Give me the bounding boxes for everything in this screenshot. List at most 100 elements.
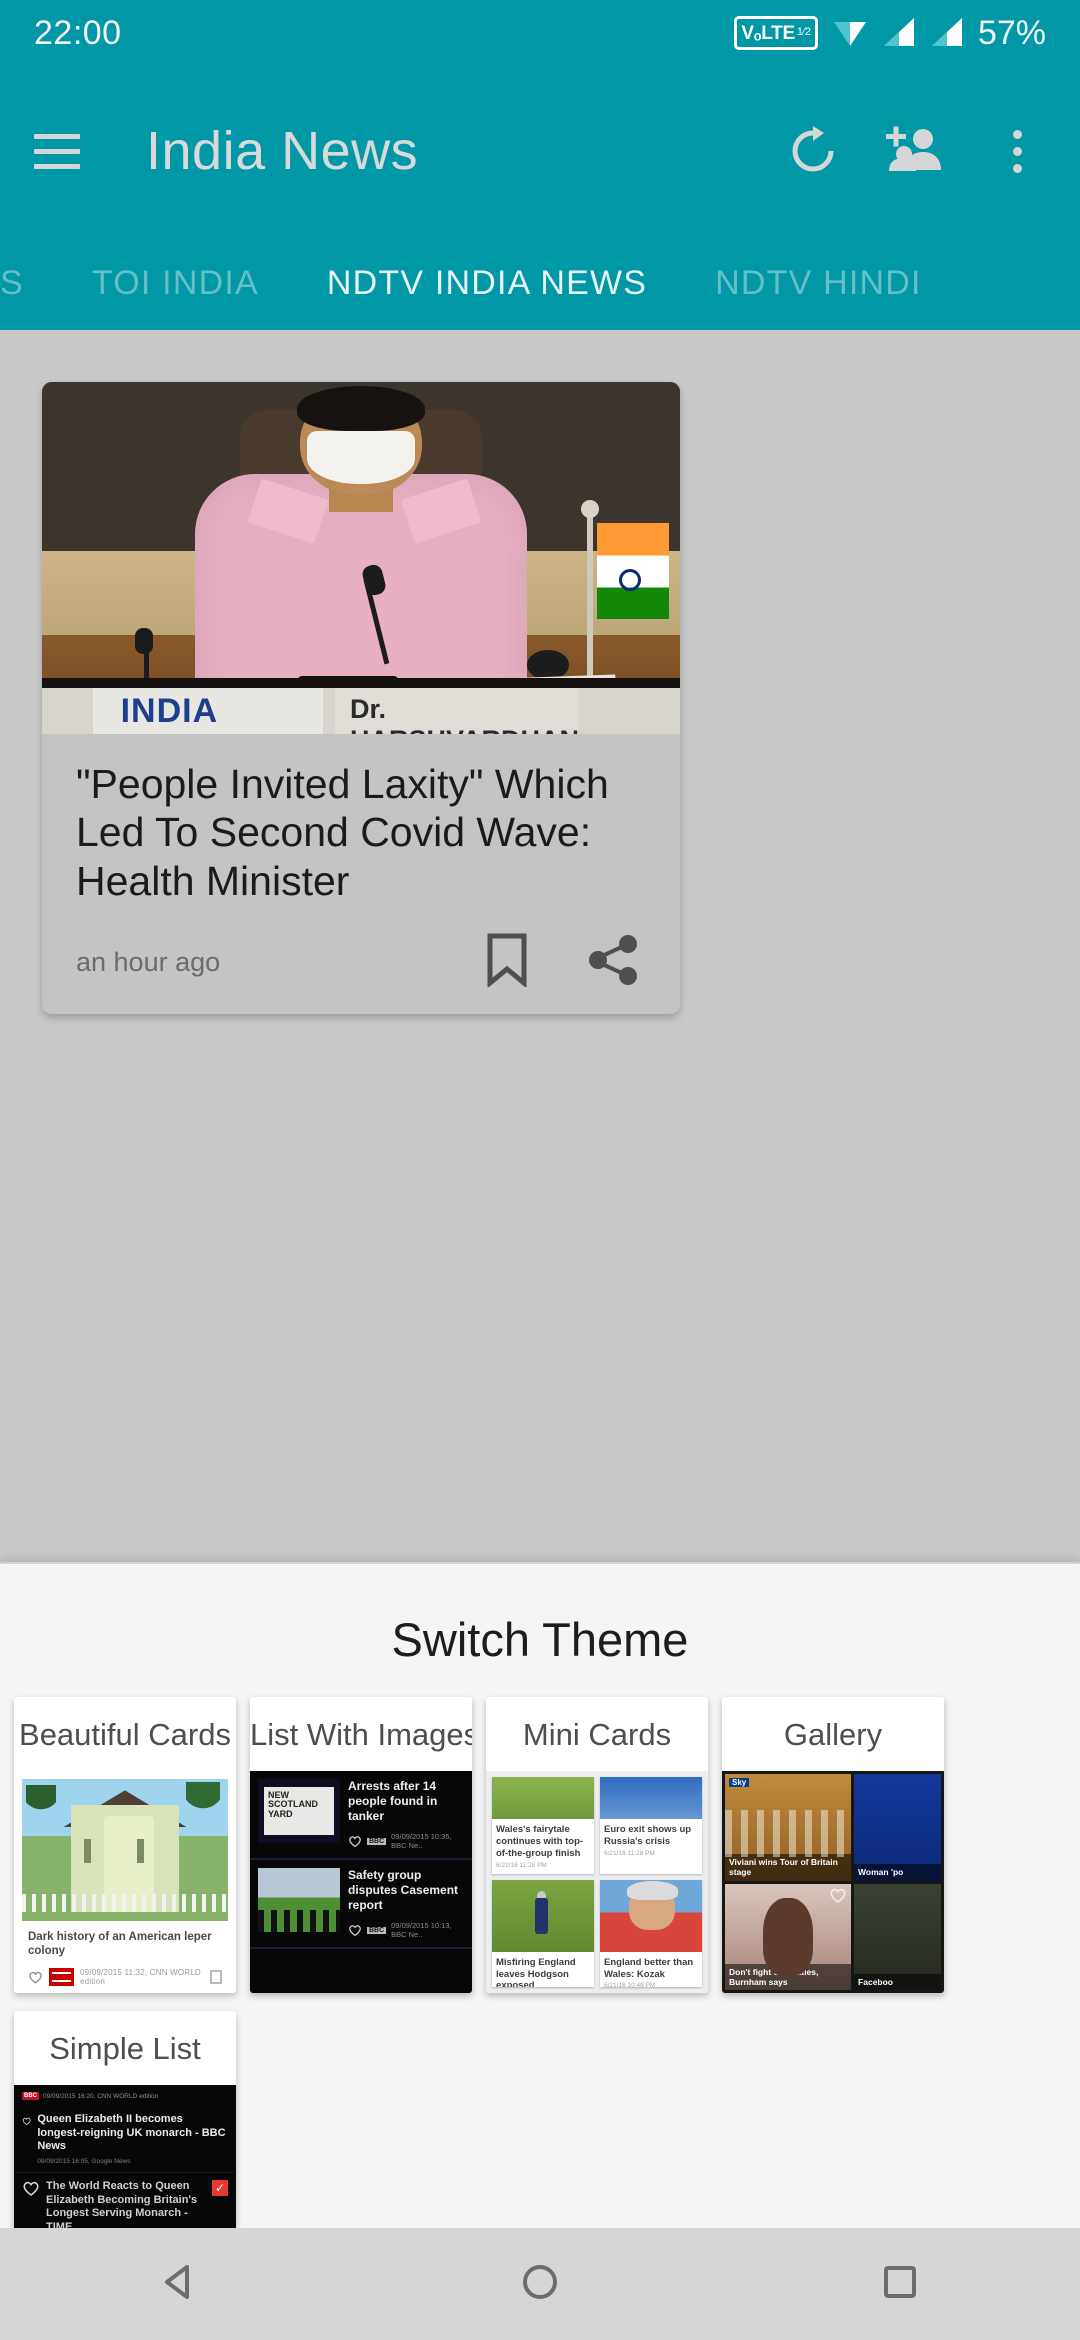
mini-card-title: England better than Wales: Kozak bbox=[604, 1956, 694, 1980]
gallery-tile-caption: Don't fight old battles, Burnham says bbox=[725, 1963, 852, 1990]
thumbnail-text: NEW SCOTLAND YARD bbox=[268, 1790, 318, 1819]
mini-card-date: 6/21/16 10:48 PM bbox=[604, 1982, 656, 1987]
list-item: Queen Elizabeth II becomes longest-reign… bbox=[16, 2106, 234, 2173]
heart-icon bbox=[830, 1888, 846, 1903]
status-bar: 22:00 VₒLTE 1⁄2 57% bbox=[0, 0, 1080, 66]
photo-nameplate: INDIA bbox=[93, 688, 323, 734]
tab-bar[interactable]: S TOI INDIA NDTV INDIA NEWS NDTV HINDI bbox=[0, 236, 1080, 330]
preview-header-date: 09/09/2015 16:20, CNN WORLD edition bbox=[43, 2092, 159, 2100]
theme-option-mini-cards[interactable]: Mini Cards Wales's fairytale continues w… bbox=[486, 1697, 708, 1993]
signal-bars-2-icon bbox=[930, 16, 964, 50]
heart-icon bbox=[23, 2181, 39, 2196]
preview-caption: Dark history of an American leper colony bbox=[28, 1931, 212, 1957]
theme-label: Gallery bbox=[783, 1717, 883, 1752]
list-item-title: Queen Elizabeth II becomes longest-reign… bbox=[37, 2113, 226, 2153]
article-photo: INDIA Dr. HARSHVARDHAN bbox=[42, 382, 680, 734]
mini-card-title: Wales's fairytale continues with top-of-… bbox=[496, 1824, 584, 1859]
status-bar-icons: VₒLTE 1⁄2 57% bbox=[734, 14, 1046, 53]
gallery-tile-caption: Viviani wins Tour of Britain stage bbox=[725, 1854, 852, 1881]
theme-option-beautiful-cards[interactable]: Beautiful Cards Dark history of an Ameri… bbox=[14, 1697, 236, 1993]
mini-card-title: Misfiring England leaves Hodgson exposed bbox=[496, 1956, 576, 1987]
system-navigation-bar bbox=[0, 2228, 1080, 2340]
theme-label: Simple List bbox=[49, 2031, 201, 2066]
photo-nameplate-2-text: Dr. HARSHVARDHAN bbox=[350, 694, 579, 734]
theme-label: List With Images bbox=[250, 1717, 472, 1752]
battery-percent: 57% bbox=[977, 13, 1046, 52]
preview-checkbox bbox=[209, 1969, 223, 1984]
gallery-tile-caption: Faceboo bbox=[854, 1973, 941, 1990]
theme-label: Beautiful Cards bbox=[19, 1717, 231, 1752]
gallery-tile: Faceboo bbox=[854, 1883, 941, 1990]
heart-icon bbox=[22, 2117, 31, 2126]
page-title: India News bbox=[146, 121, 419, 181]
gallery-tile: Don't fight old battles, Burnham says bbox=[725, 1883, 852, 1990]
tab-toi-india[interactable]: TOI INDIA bbox=[58, 264, 293, 303]
tab-clipped-left[interactable]: S bbox=[0, 264, 58, 303]
share-icon[interactable] bbox=[588, 933, 640, 992]
refresh-icon[interactable] bbox=[780, 118, 846, 184]
list-item-date: 09/09/2015 16:05, Google News bbox=[37, 2157, 131, 2165]
gallery-tile: Sky Viviani wins Tour of Britain stage bbox=[725, 1774, 852, 1881]
list-item-date: 09/09/2015 10:13, BBC Ne.. bbox=[391, 1921, 452, 1939]
preview-thumbnail bbox=[258, 1868, 340, 1932]
article-timestamp: an hour ago bbox=[76, 947, 221, 978]
list-item: Safety group disputes Casement report BB… bbox=[250, 1860, 472, 1949]
mini-card-date: 6/21/16 11:28 PM bbox=[604, 1849, 655, 1857]
source-badge bbox=[49, 1967, 75, 1986]
preview-image bbox=[22, 1779, 228, 1921]
source-badge: Sky bbox=[729, 1778, 750, 1787]
theme-preview-list-with-images: NEW SCOTLAND YARD Arrests after 14 peopl… bbox=[250, 1771, 472, 1993]
volte-label: VₒLTE bbox=[741, 22, 795, 44]
mini-card: Misfiring England leaves Hodgson exposed… bbox=[492, 1879, 594, 1987]
theme-grid: Beautiful Cards Dark history of an Ameri… bbox=[0, 1697, 1080, 2307]
status-bar-clock: 22:00 bbox=[34, 13, 122, 52]
tab-ndtv-hindi[interactable]: NDTV HINDI bbox=[681, 264, 956, 303]
sheet-title: Switch Theme bbox=[391, 1613, 689, 1666]
theme-label: Mini Cards bbox=[522, 1717, 672, 1752]
add-person-icon[interactable] bbox=[882, 118, 948, 184]
theme-preview-beautiful-cards: Dark history of an American leper colony… bbox=[14, 1771, 236, 1993]
theme-option-list-with-images[interactable]: List With Images NEW SCOTLAND YARD Arres… bbox=[250, 1697, 472, 1993]
heart-icon bbox=[349, 1925, 361, 1937]
mini-card: England better than Wales: Kozak 6/21/16… bbox=[600, 1879, 702, 1987]
signal-bars-icon bbox=[882, 16, 916, 50]
gallery-tile-caption: Woman 'po bbox=[854, 1864, 941, 1881]
app-bar: India News bbox=[0, 66, 1080, 236]
mini-card: Wales's fairytale continues with top-of-… bbox=[492, 1777, 594, 1874]
source-badge: BBC bbox=[22, 2092, 39, 2100]
back-triangle-icon[interactable] bbox=[157, 2259, 203, 2310]
recents-square-icon[interactable] bbox=[877, 2259, 923, 2310]
preview-image bbox=[600, 1879, 702, 1952]
source-badge: BBC bbox=[366, 1837, 387, 1845]
wifi-icon bbox=[832, 16, 868, 50]
article-headline: "People Invited Laxity" Which Led To Sec… bbox=[76, 761, 609, 904]
list-item-checkbox-checked bbox=[212, 2179, 228, 2196]
list-item-title: Arrests after 14 people found in tanker bbox=[348, 1779, 438, 1823]
tab-ndtv-india-news[interactable]: NDTV INDIA NEWS bbox=[293, 264, 681, 303]
hamburger-menu-icon[interactable] bbox=[34, 121, 94, 181]
heart-icon bbox=[349, 1836, 361, 1848]
list-item-title: Safety group disputes Casement report bbox=[348, 1868, 459, 1912]
preview-image bbox=[600, 1777, 702, 1819]
home-circle-icon[interactable] bbox=[517, 2259, 563, 2310]
news-article-card[interactable]: INDIA Dr. HARSHVARDHAN "People Invited L… bbox=[42, 382, 680, 1015]
more-vertical-icon[interactable] bbox=[984, 118, 1050, 184]
preview-image bbox=[492, 1879, 594, 1952]
list-item: NEW SCOTLAND YARD Arrests after 14 peopl… bbox=[250, 1771, 472, 1860]
volte-icon: VₒLTE 1⁄2 bbox=[734, 16, 818, 50]
news-feed: INDIA Dr. HARSHVARDHAN "People Invited L… bbox=[0, 330, 1080, 2340]
switch-theme-sheet: Switch Theme Beautiful Cards Dark histor… bbox=[0, 1562, 1080, 2340]
volte-fraction: 1⁄2 bbox=[796, 26, 811, 39]
theme-option-gallery[interactable]: Gallery Sky Viviani wins Tour of Britain… bbox=[722, 1697, 944, 1993]
photo-nameplate-text: INDIA bbox=[120, 692, 219, 730]
app-bar-actions bbox=[780, 118, 1050, 184]
gallery-tile: Woman 'po bbox=[854, 1774, 941, 1881]
photo-nameplate-2: Dr. HARSHVARDHAN bbox=[335, 688, 579, 734]
preview-image bbox=[492, 1777, 594, 1819]
list-item-title: The World Reacts to Queen Elizabeth Beco… bbox=[46, 2179, 198, 2233]
mini-card-date: 6/21/16 11:28 PM bbox=[496, 1861, 547, 1869]
mini-card-title: Euro exit shows up Russia's crisis bbox=[604, 1824, 692, 1847]
bookmark-icon[interactable] bbox=[484, 933, 530, 992]
preview-date: 09/09/2015 11:32, CNN WORLD edition bbox=[80, 1967, 201, 1986]
preview-thumbnail: NEW SCOTLAND YARD bbox=[258, 1779, 340, 1843]
